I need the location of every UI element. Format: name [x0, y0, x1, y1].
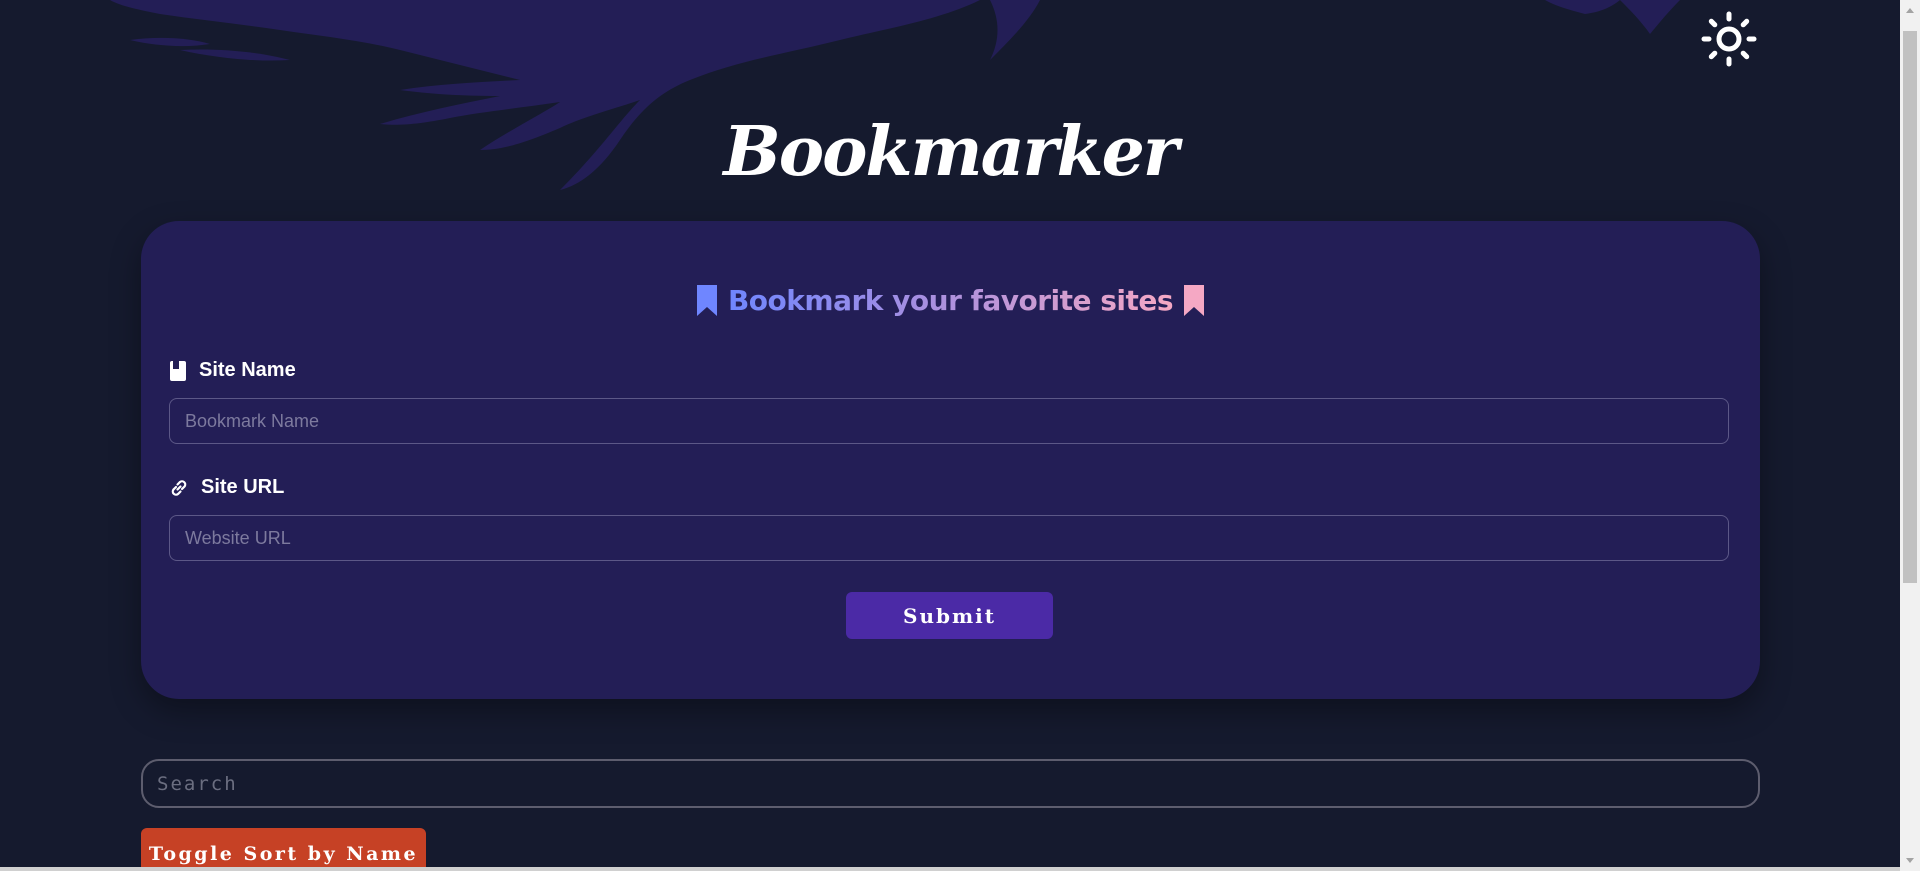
search-input[interactable]: [141, 759, 1760, 808]
vertical-scrollbar[interactable]: [1900, 0, 1920, 871]
form-heading: Bookmark your favorite sites: [141, 284, 1760, 317]
theme-toggle-button[interactable]: [1700, 10, 1758, 68]
page: Bookmarker Bookmark your favorite sites …: [0, 0, 1920, 871]
app-title: Bookmarker: [719, 118, 1182, 188]
site-url-label: Site URL: [169, 476, 284, 499]
scroll-down-arrow-icon[interactable]: [1906, 858, 1914, 863]
book-icon: [170, 360, 186, 381]
sun-icon: [1701, 11, 1757, 67]
site-url-label-text: Site URL: [201, 476, 285, 498]
scrollbar-thumb[interactable]: [1903, 31, 1917, 583]
site-url-input[interactable]: [169, 515, 1729, 561]
link-icon: [171, 479, 187, 496]
bookmark-icon: [696, 284, 717, 316]
horizontal-scrollbar[interactable]: [0, 867, 1900, 871]
site-name-label: Site Name: [169, 359, 296, 382]
form-heading-text: Bookmark your favorite sites: [727, 284, 1174, 317]
bookmark-form-card: Bookmark your favorite sites Site Name S…: [141, 221, 1760, 699]
site-name-input[interactable]: [169, 398, 1729, 444]
header: Bookmarker: [0, 72, 1900, 231]
scroll-up-arrow-icon[interactable]: [1906, 8, 1914, 13]
toggle-sort-button[interactable]: Toggle Sort by Name: [141, 828, 426, 871]
bookmark-icon: [1184, 284, 1205, 316]
site-name-label-text: Site Name: [199, 359, 296, 381]
submit-button[interactable]: Submit: [846, 592, 1053, 639]
